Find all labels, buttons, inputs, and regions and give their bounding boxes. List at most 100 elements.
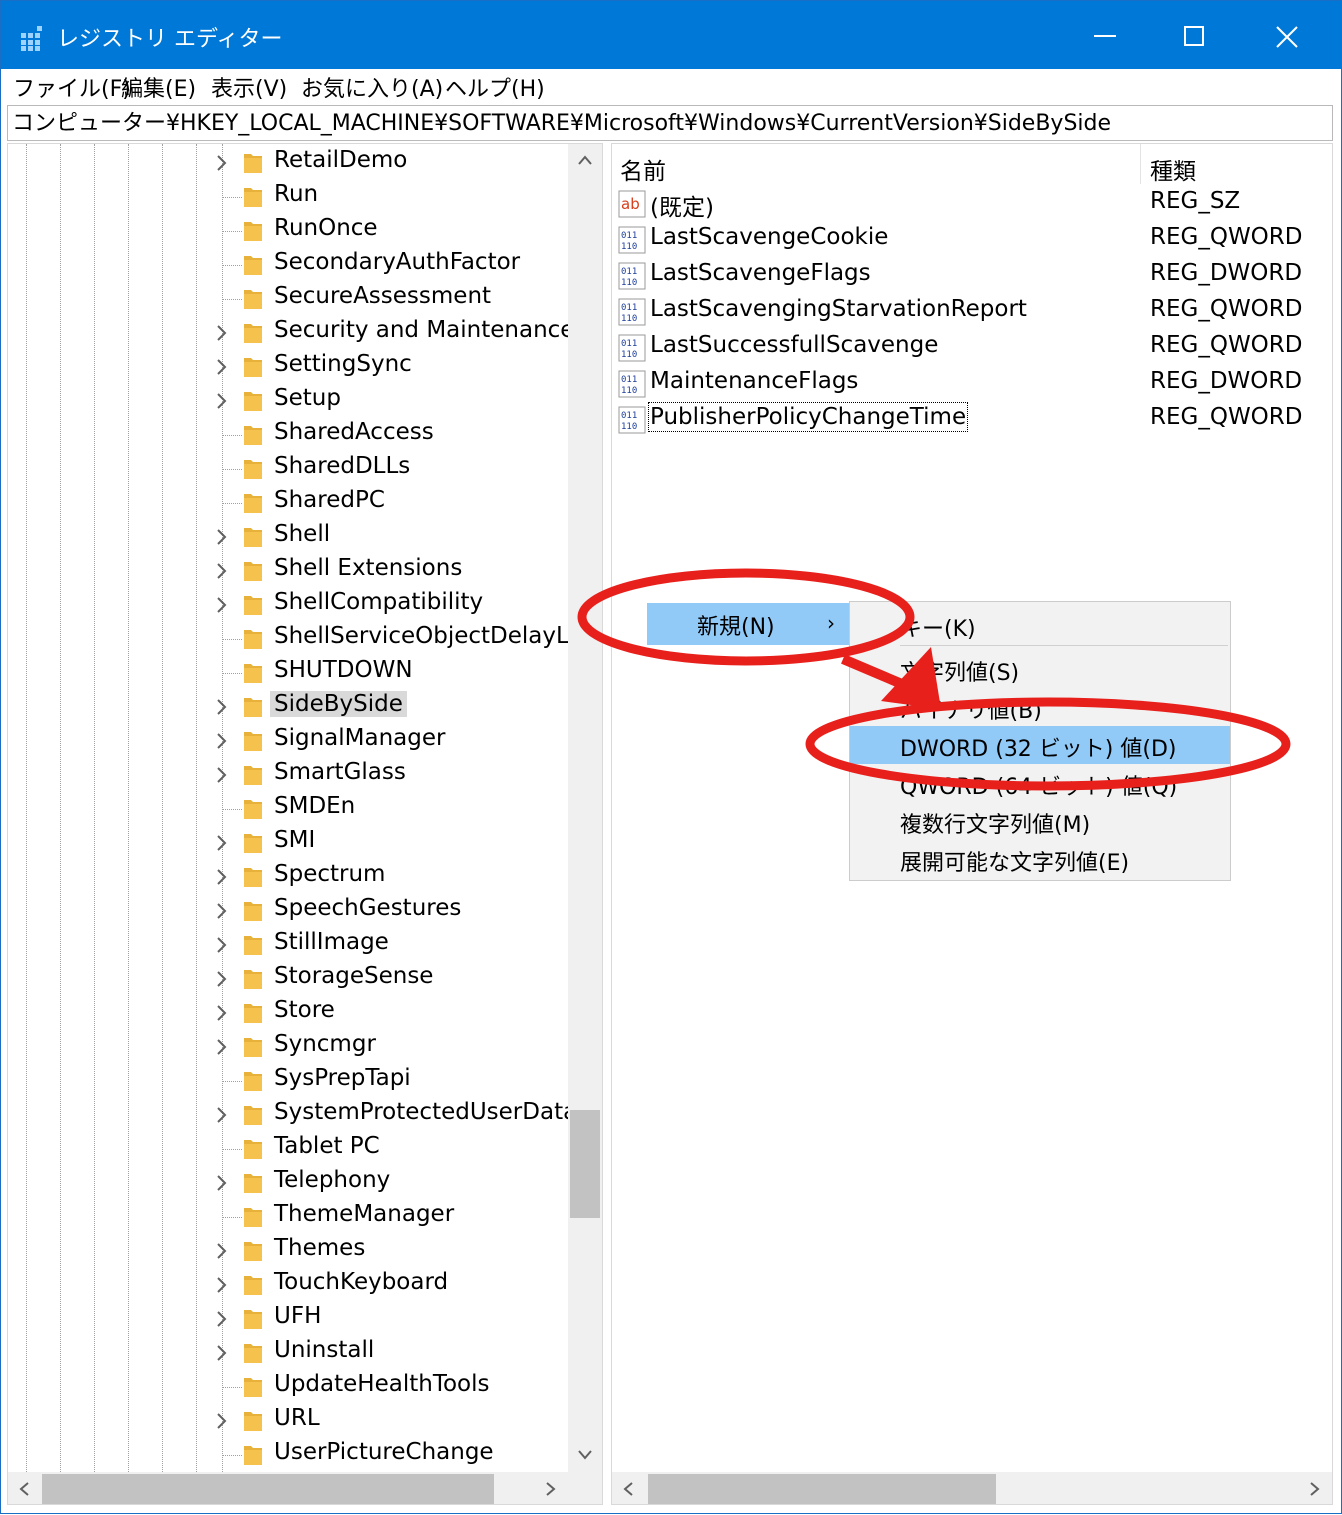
chevron-right-icon[interactable] — [214, 1104, 230, 1126]
tree-item[interactable]: SMDEn — [8, 792, 568, 826]
scroll-left-icon[interactable] — [8, 1472, 42, 1505]
tree-item[interactable]: Uninstall — [8, 1336, 568, 1370]
tree-item[interactable]: SharedDLLs — [8, 452, 568, 486]
value-row[interactable]: 011 110 LastSuccessfullScavenge REG_QWORD — [612, 330, 1332, 366]
tree-item[interactable]: SideBySide — [8, 690, 568, 724]
chevron-right-icon[interactable] — [214, 1240, 230, 1262]
context-menu-new-item[interactable]: 新規(N) › — [647, 603, 849, 645]
chevron-right-icon[interactable] — [214, 1036, 230, 1058]
menu-file[interactable]: ファイル(F) — [13, 71, 131, 103]
tree-item[interactable]: Store — [8, 996, 568, 1030]
menu-view[interactable]: 表示(V) — [211, 71, 287, 103]
tree-item[interactable]: SharedPC — [8, 486, 568, 520]
chevron-right-icon[interactable] — [214, 764, 230, 786]
registry-tree-pane[interactable]: RetailDemo Run RunOnce SecondaryAuthFactor S… — [7, 143, 603, 1505]
tree-item[interactable]: RunOnce — [8, 214, 568, 248]
address-bar[interactable]: コンピューター¥HKEY_LOCAL_MACHINE¥SOFTWARE¥Micr… — [7, 105, 1333, 141]
chevron-right-icon[interactable] — [214, 900, 230, 922]
submenu-item-expandable-string[interactable]: 展開可能な文字列値(E) — [850, 840, 1230, 878]
chevron-right-icon[interactable] — [214, 390, 230, 412]
chevron-right-icon[interactable] — [214, 1308, 230, 1330]
tree-item[interactable]: SecondaryAuthFactor — [8, 248, 568, 282]
tree-item[interactable]: SMI — [8, 826, 568, 860]
value-row[interactable]: 011 110 LastScavengeFlags REG_DWORD — [612, 258, 1332, 294]
tree-item[interactable]: ShellCompatibility — [8, 588, 568, 622]
tree-item[interactable]: Tablet PC — [8, 1132, 568, 1166]
chevron-right-icon[interactable] — [214, 968, 230, 990]
scroll-right-icon[interactable] — [1298, 1472, 1332, 1505]
chevron-right-icon[interactable] — [214, 1002, 230, 1024]
tree-item[interactable]: SysPrepTapi — [8, 1064, 568, 1098]
chevron-right-icon[interactable] — [214, 594, 230, 616]
tree-item[interactable]: UpdateHealthTools — [8, 1370, 568, 1404]
tree-item[interactable]: Run — [8, 180, 568, 214]
tree-vertical-scrollbar[interactable] — [568, 144, 602, 1472]
tree-item[interactable]: SettingSync — [8, 350, 568, 384]
chevron-right-icon[interactable] — [214, 322, 230, 344]
submenu-item-key[interactable]: キー(K) — [850, 606, 1230, 644]
chevron-right-icon[interactable] — [214, 866, 230, 888]
tree-item[interactable]: SecureAssessment — [8, 282, 568, 316]
tree-item[interactable]: Security and Maintenance — [8, 316, 574, 350]
chevron-right-icon[interactable] — [214, 696, 230, 718]
tree-item[interactable]: Setup — [8, 384, 568, 418]
tree-item[interactable]: Shell — [8, 520, 568, 554]
tree-horizontal-scroll-thumb[interactable] — [42, 1474, 494, 1504]
tree-item[interactable]: Shell Extensions — [8, 554, 568, 588]
chevron-right-icon[interactable] — [214, 1274, 230, 1296]
tree-item[interactable]: StillImage — [8, 928, 568, 962]
chevron-right-icon[interactable] — [214, 1172, 230, 1194]
value-row[interactable]: 011 110 LastScavengeCookie REG_QWORD — [612, 222, 1332, 258]
tree-item[interactable]: Spectrum — [8, 860, 568, 894]
tree-item[interactable]: URL — [8, 1404, 568, 1438]
tree-item[interactable]: SmartGlass — [8, 758, 568, 792]
tree-item[interactable]: SpeechGestures — [8, 894, 568, 928]
close-button[interactable] — [1241, 1, 1333, 69]
scroll-down-icon[interactable] — [568, 1438, 602, 1472]
submenu-item-binary[interactable]: バイナリ値(B) — [850, 688, 1230, 726]
value-row[interactable]: 011 110 LastScavengingStarvationReport REG_… — [612, 294, 1332, 330]
tree-vertical-scroll-thumb[interactable] — [570, 1110, 600, 1218]
submenu-item-qword[interactable]: QWORD (64 ビット) 値(Q) — [850, 764, 1230, 802]
title-bar[interactable]: レジストリ エディター — [1, 1, 1341, 69]
chevron-right-icon[interactable] — [214, 1342, 230, 1364]
value-row[interactable]: 011 110 PublisherPolicyChangeTime REG_QWORD — [612, 402, 1332, 438]
tree-item[interactable]: SignalManager — [8, 724, 568, 758]
value-row[interactable]: 011 110 MaintenanceFlags REG_DWORD — [612, 366, 1332, 402]
column-separator[interactable] — [1140, 144, 1141, 184]
tree-item[interactable]: UserPictureChange — [8, 1438, 568, 1472]
menu-edit[interactable]: 編集(E) — [121, 71, 196, 103]
minimize-button[interactable] — [1059, 1, 1151, 69]
tree-item[interactable]: ThemeManager — [8, 1200, 568, 1234]
tree-item[interactable]: SharedAccess — [8, 418, 568, 452]
submenu-item-multi-string[interactable]: 複数行文字列値(M) — [850, 802, 1230, 840]
tree-item[interactable]: Telephony — [8, 1166, 568, 1200]
tree-item[interactable]: TouchKeyboard — [8, 1268, 568, 1302]
chevron-right-icon[interactable] — [214, 560, 230, 582]
chevron-right-icon[interactable] — [214, 526, 230, 548]
value-row[interactable]: ab (既定) REG_SZ — [612, 186, 1332, 222]
tree-item[interactable]: Themes — [8, 1234, 568, 1268]
column-header-name[interactable]: 名前 — [620, 152, 666, 186]
scroll-up-icon[interactable] — [568, 144, 602, 178]
chevron-right-icon[interactable] — [214, 356, 230, 378]
scroll-left-icon[interactable] — [612, 1472, 646, 1505]
menu-help[interactable]: ヘルプ(H) — [445, 71, 545, 103]
column-header-type[interactable]: 種類 — [1150, 152, 1196, 186]
chevron-right-icon[interactable] — [214, 832, 230, 854]
tree-item[interactable]: ShellServiceObjectDelayLoa — [8, 622, 597, 656]
tree-item[interactable]: StorageSense — [8, 962, 568, 996]
maximize-button[interactable] — [1149, 1, 1241, 69]
chevron-right-icon[interactable] — [214, 730, 230, 752]
chevron-right-icon[interactable] — [214, 934, 230, 956]
list-horizontal-scroll-thumb[interactable] — [648, 1474, 996, 1504]
tree-item[interactable]: Syncmgr — [8, 1030, 568, 1064]
submenu-item-dword[interactable]: DWORD (32 ビット) 値(D) — [850, 726, 1230, 764]
tree-item[interactable]: SHUTDOWN — [8, 656, 568, 690]
scroll-right-icon[interactable] — [534, 1472, 568, 1505]
tree-item[interactable]: SystemProtectedUserData — [8, 1098, 577, 1132]
tree-item[interactable]: RetailDemo — [8, 146, 568, 180]
chevron-right-icon[interactable] — [214, 152, 230, 174]
chevron-right-icon[interactable] — [214, 1410, 230, 1432]
tree-item[interactable]: UFH — [8, 1302, 568, 1336]
